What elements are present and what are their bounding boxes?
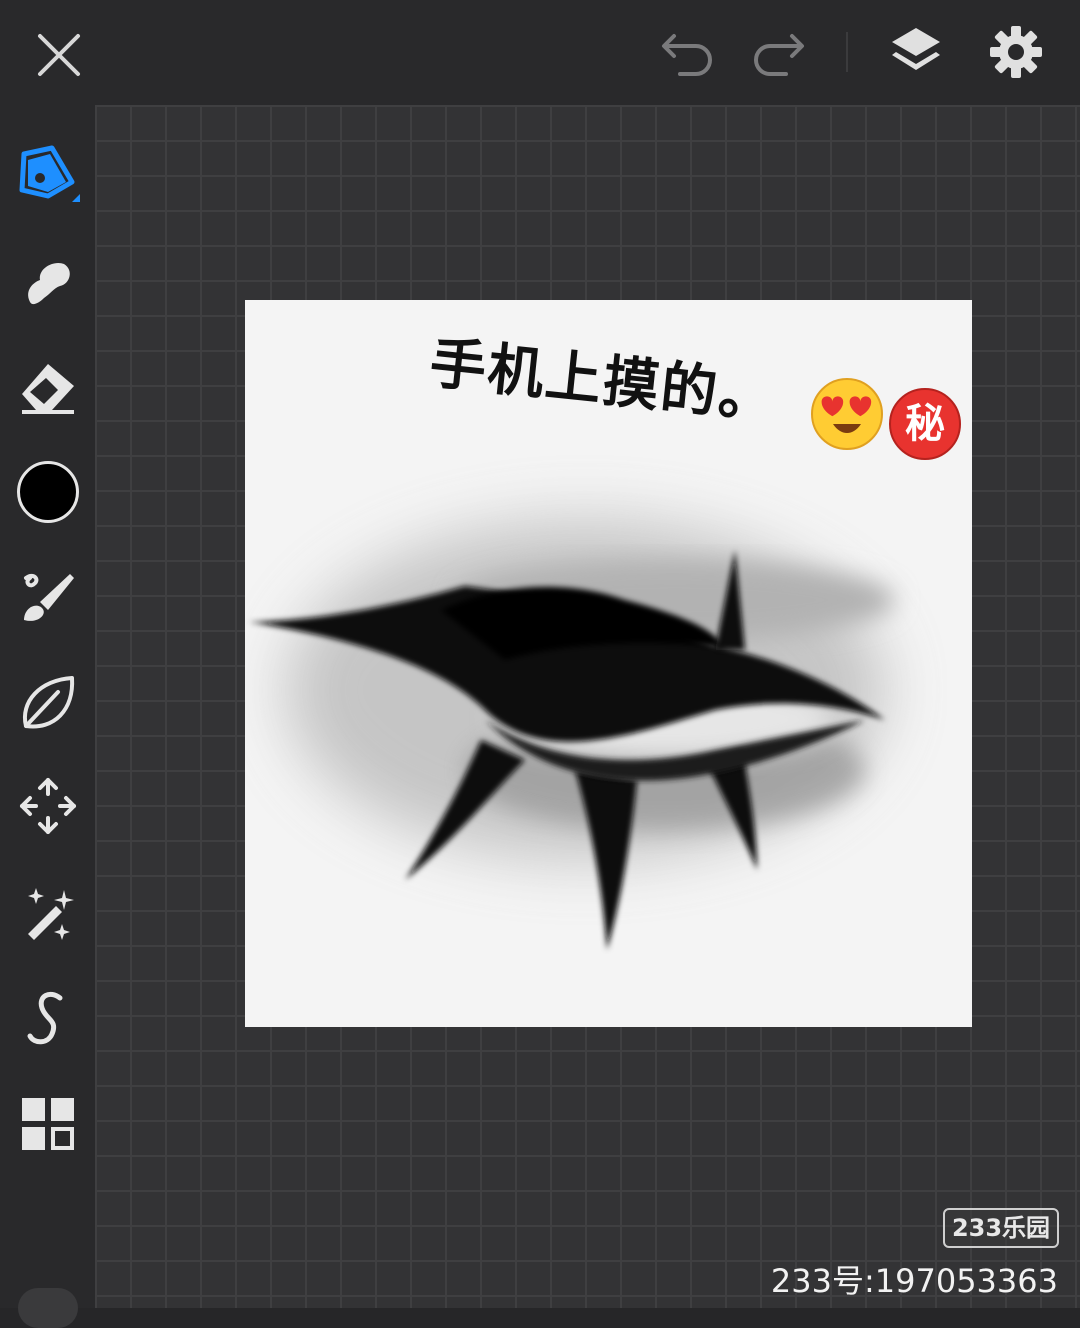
drawing-canvas[interactable]: 手机上摸的。 秘 bbox=[245, 300, 972, 1027]
pencil-icon[interactable] bbox=[16, 144, 82, 210]
layers-icon[interactable] bbox=[888, 24, 944, 80]
stroke-icon[interactable] bbox=[20, 988, 76, 1048]
redo-icon[interactable] bbox=[750, 30, 806, 76]
gear-icon[interactable] bbox=[988, 24, 1044, 80]
leaf-icon[interactable] bbox=[18, 672, 78, 734]
move-icon[interactable] bbox=[18, 776, 78, 836]
top-toolbar bbox=[0, 0, 1080, 105]
toolbar-divider bbox=[846, 32, 848, 72]
color-swatch[interactable] bbox=[17, 461, 79, 523]
secret-emoji-glyph: 秘 bbox=[905, 401, 945, 447]
secret-emoji-icon: 秘 bbox=[889, 388, 961, 460]
magic-wand-icon[interactable] bbox=[18, 884, 78, 944]
watermark-id: 233号:197053363 bbox=[770, 1262, 1058, 1300]
heart-eyes-emoji-icon bbox=[811, 378, 883, 450]
brush-library-icon[interactable] bbox=[18, 568, 78, 628]
sidebar-bottom-handle[interactable] bbox=[18, 1288, 78, 1328]
eraser-icon[interactable] bbox=[18, 360, 78, 416]
watermark-logo: 233乐园 bbox=[943, 1208, 1059, 1248]
grid-icon[interactable] bbox=[20, 1096, 76, 1152]
close-icon[interactable] bbox=[34, 30, 84, 80]
smudge-icon[interactable] bbox=[20, 254, 76, 310]
undo-icon[interactable] bbox=[660, 30, 716, 76]
